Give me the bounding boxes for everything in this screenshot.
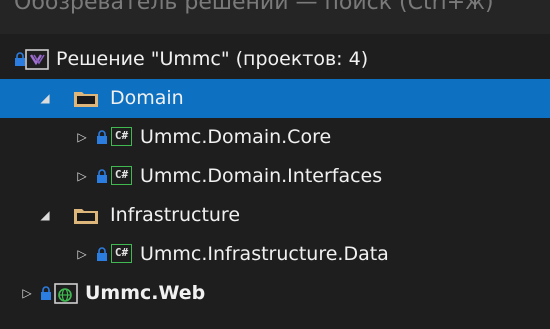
lock-icon <box>41 286 51 300</box>
tree-item-domain-interfaces[interactable]: ▷ C# Ummc.Domain.Interfaces <box>0 157 550 196</box>
lock-icon <box>97 169 107 183</box>
expanded-arrow-icon[interactable]: ◢ <box>38 79 52 118</box>
panel-title: Обозреватель решений — поиск (Ctrl+ж) <box>14 0 494 15</box>
infrastructure-data-label: Ummc.Infrastructure.Data <box>140 243 389 265</box>
collapsed-arrow-icon[interactable]: ▷ <box>75 157 89 196</box>
lock-icon <box>97 247 107 261</box>
tree-item-infrastructure[interactable]: ◢ Infrastructure <box>0 196 550 235</box>
domain-core-label: Ummc.Domain.Core <box>140 126 332 148</box>
tree-item-infrastructure-data[interactable]: ▷ C# Ummc.Infrastructure.Data <box>0 235 550 274</box>
solution-label: Решение "Ummc" (проектов: 4) <box>56 48 369 70</box>
csharp-project-icon: C# <box>111 127 132 146</box>
tree-item-domain-core[interactable]: ▷ C# Ummc.Domain.Core <box>0 118 550 157</box>
csharp-project-icon: C# <box>111 244 132 263</box>
search-header[interactable]: Обозреватель решений — поиск (Ctrl+ж) <box>0 0 550 34</box>
csharp-project-icon: C# <box>111 166 132 185</box>
expanded-arrow-icon[interactable]: ◢ <box>38 196 52 235</box>
tree-item-domain[interactable]: ◢ Domain <box>0 79 550 118</box>
folder-icon <box>74 209 98 224</box>
domain-label: Domain <box>110 87 184 109</box>
web-project-label: Ummc.Web <box>85 282 206 304</box>
domain-interfaces-label: Ummc.Domain.Interfaces <box>140 165 383 187</box>
infrastructure-label: Infrastructure <box>110 204 241 226</box>
tree-item-solution[interactable]: Решение "Ummc" (проектов: 4) <box>0 40 550 79</box>
solution-icon <box>25 49 49 70</box>
tree-item-web[interactable]: ▷ Ummc.Web <box>0 274 550 313</box>
web-project-icon <box>54 283 78 304</box>
solution-tree: Решение "Ummc" (проектов: 4) ◢ Domain ▷ … <box>0 40 550 313</box>
folder-icon <box>74 92 98 107</box>
collapsed-arrow-icon[interactable]: ▷ <box>75 118 89 157</box>
lock-icon <box>97 130 107 144</box>
collapsed-arrow-icon[interactable]: ▷ <box>75 235 89 274</box>
collapsed-arrow-icon[interactable]: ▷ <box>20 274 34 313</box>
